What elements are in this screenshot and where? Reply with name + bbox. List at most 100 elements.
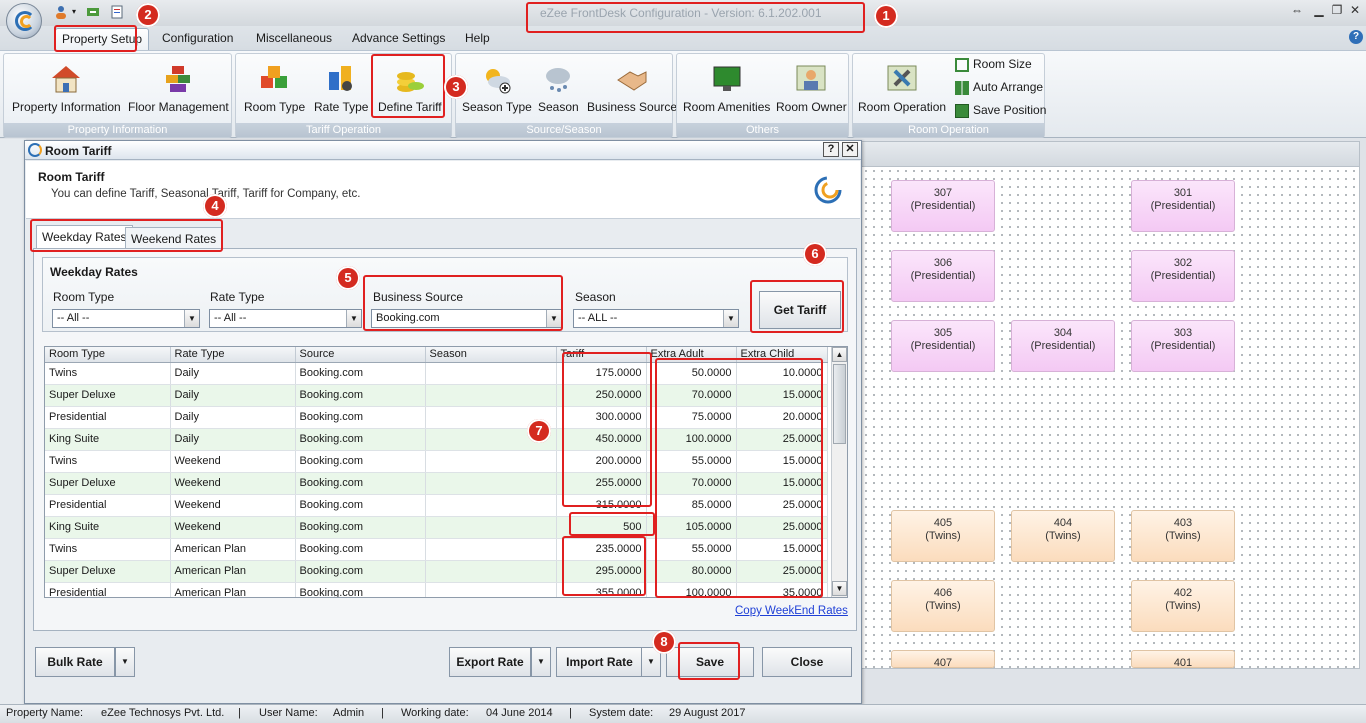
- table-cell[interactable]: King Suite: [45, 428, 171, 451]
- table-cell[interactable]: 55.0000: [646, 538, 737, 561]
- table-cell[interactable]: 25.0000: [736, 494, 828, 517]
- auto-arrange-button[interactable]: Auto Arrange: [955, 80, 1043, 95]
- table-cell[interactable]: Booking.com: [295, 406, 426, 429]
- room-tile[interactable]: 302 (Presidential): [1131, 250, 1235, 302]
- col-source[interactable]: Source: [295, 347, 426, 363]
- dialog-close-button[interactable]: ✕: [842, 142, 858, 157]
- table-cell[interactable]: 10.0000: [736, 362, 828, 385]
- table-cell[interactable]: [425, 560, 557, 583]
- import-rate-button[interactable]: Import Rate: [556, 647, 643, 677]
- col-extra-adult[interactable]: Extra Adult: [646, 347, 737, 363]
- tools-icon[interactable]: [86, 5, 100, 19]
- table-cell[interactable]: American Plan: [170, 538, 296, 561]
- get-tariff-button[interactable]: Get Tariff: [759, 291, 841, 329]
- col-rate-type[interactable]: Rate Type: [170, 347, 296, 363]
- table-cell[interactable]: 300.0000: [556, 406, 647, 429]
- table-cell[interactable]: Presidential: [45, 406, 171, 429]
- maximize-button[interactable]: ❐: [1328, 2, 1346, 18]
- table-cell[interactable]: 175.0000: [556, 362, 647, 385]
- table-cell[interactable]: 250.0000: [556, 384, 647, 407]
- table-cell[interactable]: Booking.com: [295, 450, 426, 473]
- table-cell[interactable]: Super Deluxe: [45, 560, 171, 583]
- table-cell[interactable]: Weekend: [170, 516, 296, 539]
- dialog-help-button[interactable]: ?: [823, 142, 839, 157]
- tab-advance-settings[interactable]: Advance Settings: [352, 31, 445, 45]
- table-cell[interactable]: Weekend: [170, 494, 296, 517]
- room-type-button[interactable]: Room Type: [244, 64, 305, 114]
- scroll-thumb[interactable]: [833, 364, 846, 444]
- table-cell[interactable]: [425, 582, 557, 597]
- table-cell[interactable]: Booking.com: [295, 428, 426, 451]
- room-tile[interactable]: 404 (Twins): [1011, 510, 1115, 562]
- table-row[interactable]: Presidential American Plan Booking.com 355.…: [45, 582, 828, 597]
- table-cell[interactable]: Booking.com: [295, 494, 426, 517]
- floor-management-button[interactable]: Floor Management: [128, 64, 229, 114]
- room-tile[interactable]: 304 (Presidential): [1011, 320, 1115, 372]
- save-button[interactable]: Save: [666, 647, 754, 677]
- table-cell[interactable]: Twins: [45, 362, 171, 385]
- minimize-button[interactable]: ▁: [1310, 2, 1328, 18]
- table-cell[interactable]: Daily: [170, 406, 296, 429]
- tab-weekday-rates[interactable]: Weekday Rates: [36, 225, 133, 249]
- document-icon[interactable]: [110, 5, 124, 19]
- table-cell[interactable]: [425, 384, 557, 407]
- table-cell[interactable]: Weekend: [170, 450, 296, 473]
- table-cell[interactable]: 15.0000: [736, 538, 828, 561]
- table-cell[interactable]: 295.0000: [556, 560, 647, 583]
- table-cell[interactable]: 50.0000: [646, 362, 737, 385]
- scroll-up-icon[interactable]: ▲: [832, 347, 847, 362]
- table-cell[interactable]: Presidential: [45, 494, 171, 517]
- table-row[interactable]: Super Deluxe American Plan Booking.com 295.…: [45, 560, 828, 583]
- table-cell[interactable]: [425, 362, 557, 385]
- table-cell[interactable]: 35.0000: [736, 582, 828, 597]
- table-cell[interactable]: Booking.com: [295, 472, 426, 495]
- room-tile[interactable]: 402 (Twins): [1131, 580, 1235, 632]
- col-extra-child[interactable]: Extra Child: [736, 347, 828, 363]
- col-tariff[interactable]: Tariff: [556, 347, 647, 363]
- table-row[interactable]: Twins Weekend Booking.com 200.0000 55.0000 15…: [45, 450, 828, 473]
- table-cell[interactable]: 105.0000: [646, 516, 737, 539]
- table-cell[interactable]: Booking.com: [295, 516, 426, 539]
- app-menu-button[interactable]: [6, 3, 42, 39]
- season-type-button[interactable]: Season Type: [462, 64, 532, 114]
- tab-help[interactable]: Help: [465, 31, 490, 45]
- table-cell[interactable]: Super Deluxe: [45, 472, 171, 495]
- table-cell[interactable]: Super Deluxe: [45, 384, 171, 407]
- table-cell[interactable]: 100.0000: [646, 428, 737, 451]
- save-position-button[interactable]: Save Position: [955, 103, 1046, 118]
- table-cell[interactable]: Daily: [170, 362, 296, 385]
- table-row[interactable]: King Suite Daily Booking.com 450.0000 100.00…: [45, 428, 828, 451]
- table-cell[interactable]: 15.0000: [736, 472, 828, 495]
- rate-type-select[interactable]: -- All -- ▼: [209, 309, 362, 328]
- tab-weekend-rates[interactable]: Weekend Rates: [125, 227, 223, 249]
- business-source-select[interactable]: Booking.com ▼: [371, 309, 562, 328]
- room-size-button[interactable]: Room Size: [955, 57, 1032, 72]
- table-cell[interactable]: 75.0000: [646, 406, 737, 429]
- room-tile[interactable]: 307 (Presidential): [891, 180, 995, 232]
- help-icon[interactable]: ?: [1349, 30, 1363, 44]
- table-cell[interactable]: [425, 472, 557, 495]
- table-cell[interactable]: 355.0000: [556, 582, 647, 597]
- room-tile[interactable]: 303 (Presidential): [1131, 320, 1235, 372]
- table-cell[interactable]: 25.0000: [736, 560, 828, 583]
- table-cell[interactable]: 15.0000: [736, 384, 828, 407]
- table-cell[interactable]: Twins: [45, 538, 171, 561]
- business-source-button[interactable]: Business Source: [587, 64, 677, 114]
- tab-property-setup[interactable]: Property Setup: [55, 28, 150, 50]
- table-cell[interactable]: Presidential: [45, 582, 171, 597]
- export-rate-button[interactable]: Export Rate: [449, 647, 531, 677]
- export-rate-dropdown[interactable]: ▼: [531, 647, 551, 677]
- season-button[interactable]: Season: [538, 64, 579, 114]
- table-cell[interactable]: 80.0000: [646, 560, 737, 583]
- table-cell[interactable]: 235.0000: [556, 538, 647, 561]
- bulk-rate-button[interactable]: Bulk Rate: [35, 647, 115, 677]
- table-row[interactable]: King Suite Weekend Booking.com 500 105.0000 2…: [45, 516, 828, 539]
- table-cell[interactable]: Booking.com: [295, 362, 426, 385]
- table-cell[interactable]: [425, 450, 557, 473]
- rate-type-button[interactable]: Rate Type: [314, 64, 368, 114]
- col-room-type[interactable]: Room Type: [45, 347, 171, 363]
- room-tile[interactable]: 401: [1131, 650, 1235, 669]
- room-tile[interactable]: 405 (Twins): [891, 510, 995, 562]
- table-row[interactable]: Twins American Plan Booking.com 235.0000 55.…: [45, 538, 828, 561]
- table-cell[interactable]: Daily: [170, 384, 296, 407]
